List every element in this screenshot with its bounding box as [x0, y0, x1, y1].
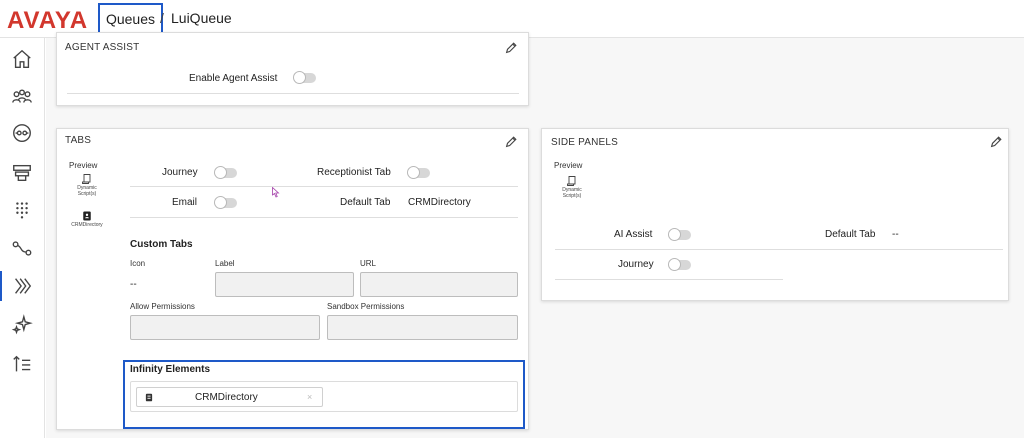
script-icon: [567, 176, 576, 186]
home-icon[interactable]: [7, 44, 37, 74]
side-default-tab-value: --: [892, 229, 899, 240]
dialpad-icon[interactable]: [7, 195, 37, 225]
email-toggle[interactable]: [214, 196, 237, 209]
edit-tabs-icon[interactable]: [504, 135, 518, 149]
layers-icon[interactable]: [7, 158, 37, 188]
custom-tab-label-input[interactable]: [215, 272, 354, 297]
receptionist-tab-label: Receptionist Tab: [317, 167, 391, 178]
sandbox-permissions-input[interactable]: [327, 315, 518, 340]
tabs-title: TABS: [65, 135, 92, 146]
edit-agent-assist-icon[interactable]: [504, 41, 518, 55]
sort-icon[interactable]: [7, 349, 37, 379]
breadcrumb-separator: /: [160, 10, 164, 26]
contact-card-icon: [83, 211, 91, 221]
sidebar: [0, 38, 45, 438]
journey-toggle[interactable]: [214, 166, 237, 179]
receptionist-tab-toggle[interactable]: [407, 166, 430, 179]
users-icon[interactable]: [7, 82, 37, 112]
divider: [555, 279, 783, 280]
side-journey-toggle[interactable]: [668, 258, 691, 271]
custom-tabs-heading: Custom Tabs: [130, 239, 193, 250]
divider: [130, 217, 518, 218]
side-journey-label: Journey: [618, 259, 654, 270]
mouse-cursor-icon: [272, 187, 280, 198]
preview-item-label: CRMDirectory: [71, 222, 103, 228]
breadcrumb-queues-link[interactable]: Queues: [98, 3, 163, 35]
avaya-logo: AVAYA: [7, 7, 89, 34]
url-column-label: URL: [360, 259, 377, 268]
sandbox-permissions-label: Sandbox Permissions: [327, 302, 405, 311]
main-content: AGENT ASSIST Enable Agent Assist TABS Pr…: [46, 32, 1024, 438]
queue-icon[interactable]: [7, 118, 37, 148]
icon-value: --: [130, 279, 137, 290]
routing-icon[interactable]: [7, 233, 37, 263]
agent-assist-card: AGENT ASSIST Enable Agent Assist: [56, 32, 529, 106]
script-icon: [82, 174, 91, 184]
sparkle-icon[interactable]: [7, 310, 37, 340]
divider: [555, 249, 1003, 250]
ai-assist-label: AI Assist: [614, 229, 653, 240]
agent-assist-title: AGENT ASSIST: [65, 42, 140, 53]
preview-crmdirectory: CRMDirectory: [67, 210, 107, 228]
enable-agent-assist-label: Enable Agent Assist: [189, 73, 278, 84]
infinity-elements-icon[interactable]: [0, 271, 37, 301]
preview-item-label: Dynamic Script(s): [562, 187, 582, 199]
preview-dynamic-scripts: Dynamic Script(s): [69, 173, 105, 197]
journey-label: Journey: [162, 167, 198, 178]
side-panels-card: SIDE PANELS Preview Dynamic Script(s) AI…: [541, 128, 1009, 301]
preview-dynamic-scripts: Dynamic Script(s): [554, 175, 590, 199]
side-panels-title: SIDE PANELS: [551, 137, 619, 148]
default-tab-value: CRMDirectory: [408, 197, 471, 208]
edit-side-panels-icon[interactable]: [989, 135, 1003, 149]
default-tab-label: Default Tab: [340, 197, 391, 208]
preview-label: Preview: [69, 161, 98, 170]
breadcrumb-current: LuiQueue: [171, 10, 232, 26]
preview-item-label: Dynamic Script(s): [77, 185, 97, 197]
preview-label: Preview: [554, 161, 583, 170]
divider: [130, 186, 518, 187]
icon-column-label: Icon: [130, 259, 146, 268]
highlight-infinity-elements: [123, 360, 525, 429]
custom-tab-url-input[interactable]: [360, 272, 518, 297]
enable-agent-assist-toggle[interactable]: [293, 71, 316, 84]
label-column-label: Label: [215, 259, 235, 268]
email-label: Email: [172, 197, 198, 208]
side-default-tab-label: Default Tab: [825, 229, 876, 240]
allow-permissions-input[interactable]: [130, 315, 320, 340]
divider: [67, 93, 519, 94]
ai-assist-toggle[interactable]: [668, 228, 691, 241]
allow-permissions-label: Allow Permissions: [130, 302, 195, 311]
